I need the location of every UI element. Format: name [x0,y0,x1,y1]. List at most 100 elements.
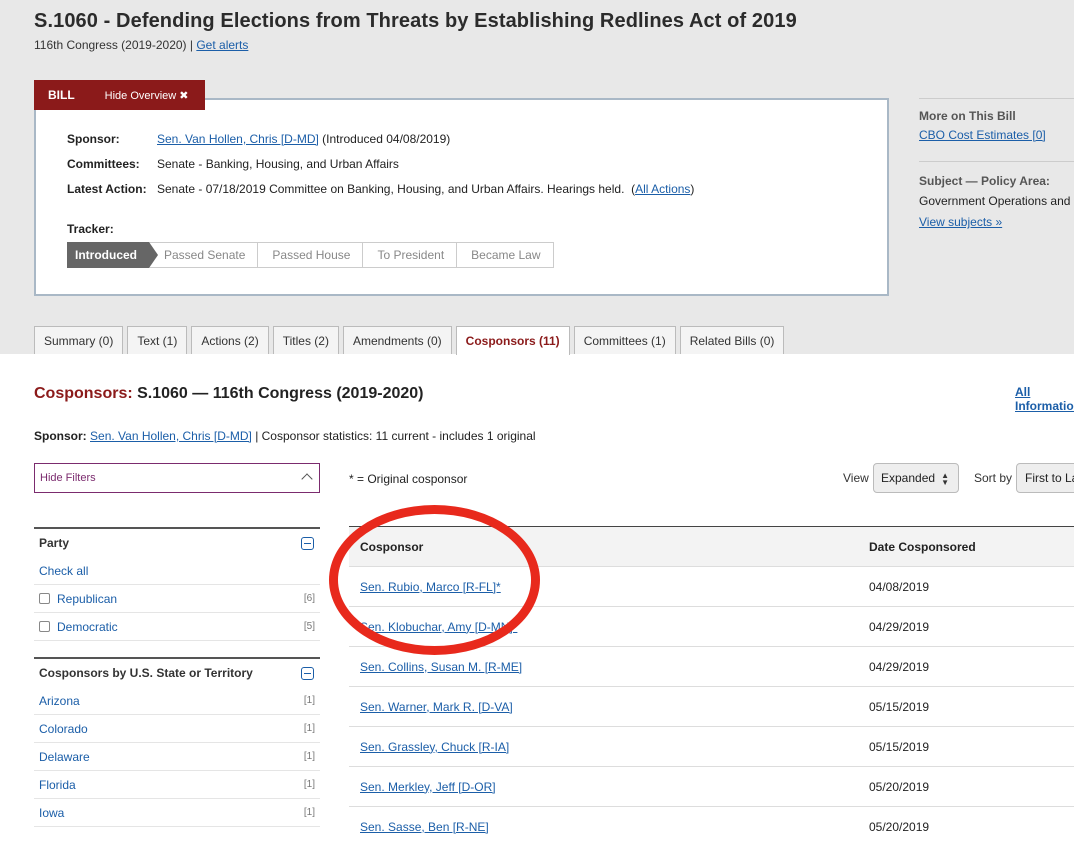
tracker-step-passed-house: Passed House [257,242,363,268]
checkbox[interactable] [39,593,50,604]
table-row: Sen. Grassley, Chuck [R-IA] 05/15/2019 [349,726,1074,766]
date-cosponsored: 05/15/2019 [869,699,930,714]
committees-label: Committees: [67,157,140,171]
state-filter-count: [1] [303,751,315,762]
all-information-link[interactable]: All Information [1015,385,1074,413]
state-filter-header: Cosponsors by U.S. State or Territory [34,657,320,687]
latest-action-label: Latest Action: [67,182,147,196]
state-filter-label[interactable]: Delaware [39,750,90,764]
party-filter-title: Party [39,536,70,550]
party-filter-label[interactable]: Democratic [57,620,118,634]
cosponsors-heading-bill: S.1060 — 116th Congress (2019-2020) [132,385,424,402]
tracker-step-became-law: Became Law [456,242,554,268]
state-filter-item[interactable]: Delaware [1] [34,743,320,771]
date-cosponsored: 05/20/2019 [869,819,930,834]
column-header-cosponsor[interactable]: Cosponsor [360,540,423,554]
tracker-step-to-president: To President [362,242,457,268]
hide-filters-button[interactable]: Hide Filters [34,463,320,493]
cosponsor-link[interactable]: Sen. Grassley, Chuck [R-IA] [360,740,509,754]
collapse-icon[interactable] [301,667,314,680]
date-cosponsored: 05/20/2019 [869,779,930,794]
overview-sponsor-row: Sponsor: Sen. Van Hollen, Chris [D-MD] (… [67,132,450,146]
tab-titles[interactable]: Titles (2) [272,326,339,354]
cosponsors-table: Cosponsor Date Cosponsored Sen. Rubio, M… [349,526,1074,841]
state-filter-label[interactable]: Arizona [39,694,80,708]
sort-label: Sort by [974,471,1013,485]
tab-actions[interactable]: Actions (2) [191,326,269,354]
table-row: Sen. Klobuchar, Amy [D-MN]* 04/29/2019 [349,606,1074,646]
date-cosponsored: 04/08/2019 [869,579,930,594]
date-cosponsored: 04/29/2019 [869,619,930,634]
sponsor-line: Sponsor: Sen. Van Hollen, Chris [D-MD] |… [34,429,536,443]
state-filter-label[interactable]: Florida [39,778,76,792]
cbo-cost-estimates-link[interactable]: CBO Cost Estimates [0] [919,128,1046,142]
overview-latest-action-row: Latest Action: Senate - 07/18/2019 Commi… [67,182,694,196]
all-actions-link[interactable]: All Actions [635,182,690,196]
tab-cosponsors[interactable]: Cosponsors (11) [455,326,570,355]
cosponsor-link[interactable]: Sen. Warner, Mark R. [D-VA] [360,700,513,714]
state-filter-item[interactable]: Arizona [1] [34,687,320,715]
get-alerts-link[interactable]: Get alerts [196,38,248,52]
tab-text[interactable]: Text (1) [127,326,188,354]
tab-summary[interactable]: Summary (0) [34,326,124,354]
state-filter-item[interactable]: Iowa [1] [34,799,320,827]
committees-value: Senate - Banking, Housing, and Urban Aff… [157,157,399,171]
overview-committees-row: Committees: Senate - Banking, Housing, a… [67,157,399,171]
hide-overview-button[interactable]: Hide Overview ✖ [105,89,189,102]
sponsor-label: Sponsor: [67,132,120,146]
overview-tab: BILL Hide Overview ✖ [34,80,205,110]
cosponsor-link[interactable]: Sen. Sasse, Ben [R-NE] [360,820,489,834]
party-filter-item[interactable]: Republican [6] [34,585,320,613]
table-row: Sen. Rubio, Marco [R-FL]* 04/08/2019 [349,566,1074,606]
sponsor-link[interactable]: Sen. Van Hollen, Chris [D-MD] [157,132,319,146]
chevron-up-icon [301,473,313,485]
cosponsors-heading-label: Cosponsors: [34,385,133,402]
original-cosponsor-note: * = Original cosponsor [349,472,468,486]
tab-amendments[interactable]: Amendments (0) [342,326,452,354]
cosponsor-link[interactable]: Sen. Collins, Susan M. [R-ME] [360,660,522,674]
cosponsor-link[interactable]: Sen. Rubio, Marco [R-FL]* [360,580,501,594]
checkbox[interactable] [39,621,50,632]
sponsor-label: Sponsor: [34,429,87,443]
cosponsor-link[interactable]: Sen. Merkley, Jeff [D-OR] [360,780,496,794]
view-select-value: Expanded [881,471,936,485]
sponsor-value: Sen. Van Hollen, Chris [D-MD] (Introduce… [157,132,450,146]
state-filter-item[interactable]: Florida [1] [34,771,320,799]
party-filter-count: [6] [303,593,315,604]
divider [919,98,1074,99]
party-filter-item[interactable]: Democratic [5] [34,613,320,641]
introduced-text: (Introduced 04/08/2019) [318,132,451,146]
tab-related-bills[interactable]: Related Bills (0) [679,326,785,354]
state-filter-title: Cosponsors by U.S. State or Territory [39,666,253,680]
tab-committees[interactable]: Committees (1) [573,326,676,354]
collapse-icon[interactable] [301,537,314,550]
party-filter-label[interactable]: Republican [57,592,117,606]
state-filter-label[interactable]: Iowa [39,806,64,820]
column-header-date[interactable]: Date Cosponsored [869,540,976,554]
party-filter-header: Party [34,527,320,557]
more-on-bill-title: More on This Bill [919,109,1016,123]
view-subjects-link[interactable]: View subjects » [919,215,1002,229]
hide-filters-label: Hide Filters [40,472,96,484]
date-cosponsored: 05/15/2019 [869,739,930,754]
bill-tab-label: BILL [48,88,75,102]
select-arrows-icon: ▲ ▼ [941,471,949,487]
latest-action-close: ) [690,182,695,196]
sponsor-link[interactable]: Sen. Van Hollen, Chris [D-MD] [90,429,252,443]
sort-select-value: First to Last [1025,471,1074,485]
party-filter-count: [5] [303,621,315,632]
state-filter-item[interactable]: Colorado [1] [34,715,320,743]
tracker-step-introduced: Introduced [67,242,158,268]
state-filter-label[interactable]: Colorado [39,722,88,736]
table-row: Sen. Sasse, Ben [R-NE] 05/20/2019 [349,806,1074,841]
cosponsor-link[interactable]: Sen. Klobuchar, Amy [D-MN]* [360,620,517,634]
bill-tabs: Summary (0) Text (1) Actions (2) Titles … [34,326,785,355]
sort-select[interactable]: First to Last [1016,463,1074,493]
view-select[interactable]: Expanded ▲ ▼ [873,463,959,493]
tracker-label: Tracker: [67,222,114,236]
cosponsor-statistics: | Cosponsor statistics: 11 current - inc… [251,429,536,443]
check-all-link[interactable]: Check all [39,564,88,578]
state-filter: Cosponsors by U.S. State or Territory Ar… [34,657,320,827]
separator: | [186,38,197,52]
latest-action-text: Senate - 07/18/2019 Committee on Banking… [157,182,636,196]
